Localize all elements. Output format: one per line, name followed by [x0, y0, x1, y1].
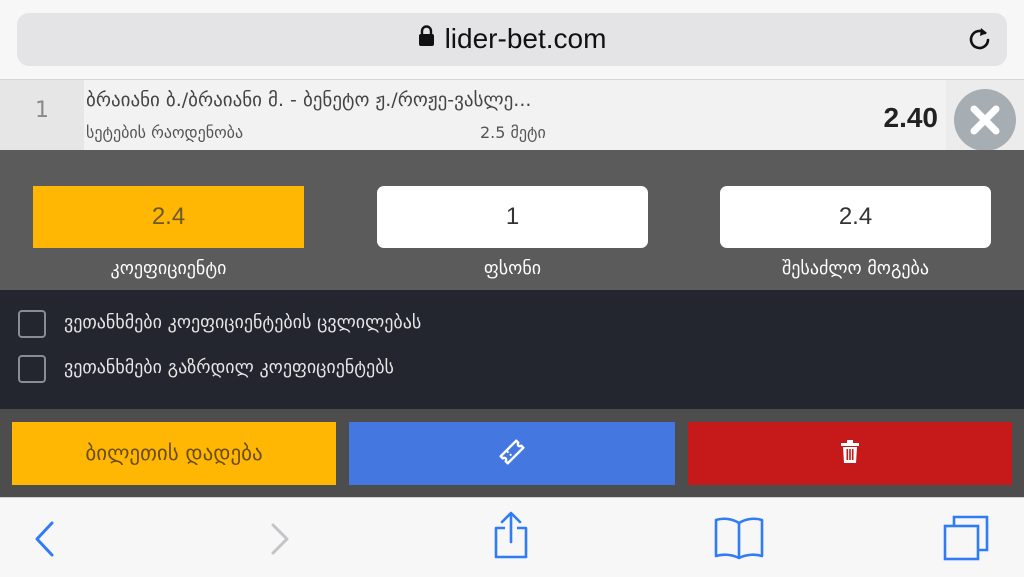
- stake-input[interactable]: 1: [377, 186, 648, 248]
- url-text: lider-bet.com: [444, 23, 607, 54]
- bet-market: სეტების რაოდენობა: [86, 123, 244, 142]
- share-icon[interactable]: [491, 510, 531, 564]
- tabs-icon[interactable]: [942, 514, 990, 566]
- accept-odds-change-label[interactable]: ვეთანხმები კოეფიციენტების ცვლილებას: [64, 312, 421, 333]
- place-bet-button[interactable]: ბილეთის დადება: [12, 422, 336, 485]
- accept-increased-odds-label[interactable]: ვეთანხმები გაზრდილ კოეფიციენტებს: [64, 357, 394, 378]
- trash-icon: [840, 439, 860, 468]
- url-field[interactable]: lider-bet.com: [17, 13, 1007, 66]
- action-bar: ბილეთის დადება: [0, 409, 1024, 497]
- forward-icon[interactable]: [268, 522, 292, 560]
- browser-toolbar: [0, 497, 1024, 577]
- ticket-button[interactable]: [349, 422, 675, 485]
- remove-bet-button[interactable]: [946, 80, 1024, 151]
- lock-icon: [418, 22, 435, 54]
- bet-slip-panel: 2.4 კოეფიციენტი 1 ფსონი 2.4 შესაძლო მოგე…: [0, 150, 1024, 290]
- bet-pick: 2.5 მეტი: [480, 123, 546, 142]
- bet-odds: 2.40: [883, 102, 939, 133]
- bet-details: ბრაიანი ბ./ბრაიანი მ. - ბენეტო ჟ./როჟე-ვ…: [84, 80, 946, 150]
- back-icon[interactable]: [32, 520, 56, 562]
- reload-icon[interactable]: [967, 25, 993, 57]
- stake-label: ფსონი: [483, 258, 542, 279]
- selected-bet-row: 1 ბრაიანი ბ./ბრაიანი მ. - ბენეტო ჟ./როჟე…: [0, 80, 1024, 151]
- odds-field: 2.4: [33, 186, 304, 248]
- bet-index: 1: [0, 80, 84, 150]
- browser-address-bar: lider-bet.com: [0, 0, 1024, 80]
- close-icon: [954, 89, 1016, 151]
- ticket-icon: [498, 438, 526, 470]
- clear-bets-button[interactable]: [688, 422, 1012, 485]
- accept-increased-odds-checkbox[interactable]: [18, 355, 46, 383]
- accept-odds-change-checkbox[interactable]: [18, 310, 46, 338]
- possible-win-field: 2.4: [720, 186, 991, 248]
- options-panel: ვეთანხმები კოეფიციენტების ცვლილებას ვეთა…: [0, 290, 1024, 409]
- odds-label: კოეფიციენტი: [110, 258, 227, 279]
- bookmarks-icon[interactable]: [714, 516, 764, 564]
- possible-win-label: შესაძლო მოგება: [781, 258, 930, 279]
- bet-event-title: ბრაიანი ბ./ბრაიანი მ. - ბენეტო ჟ./როჟე-ვ…: [86, 89, 532, 111]
- url-display[interactable]: lider-bet.com: [17, 23, 1007, 55]
